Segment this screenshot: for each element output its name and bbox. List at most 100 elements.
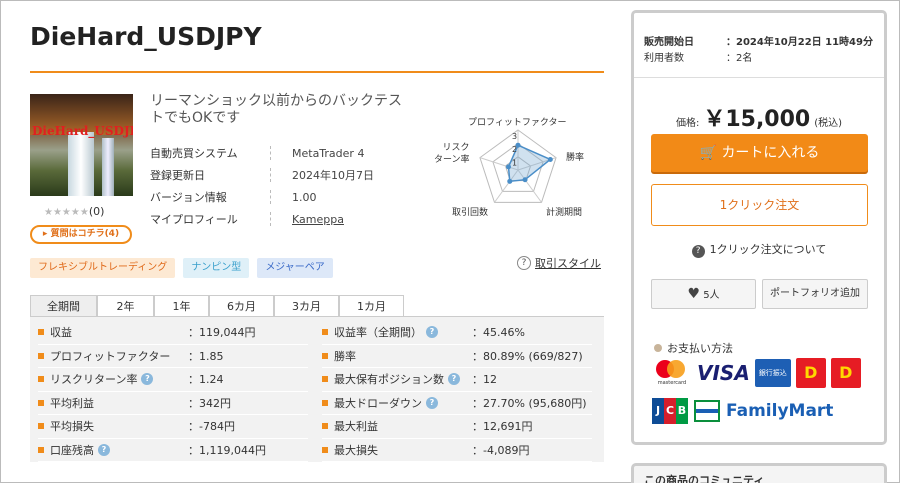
- stat-row: 平均利益 ：342円: [38, 392, 308, 415]
- help-icon[interactable]: ?: [426, 396, 438, 409]
- cart-icon: 🛒: [699, 145, 717, 161]
- review-count: (0): [88, 205, 105, 218]
- stat-row: 収益率（全期間）? ：45.46%: [322, 321, 592, 345]
- stat-row: 収益 ：119,044円: [38, 321, 308, 345]
- bullet-icon: [38, 352, 44, 359]
- help-icon[interactable]: ?: [141, 373, 154, 386]
- sale-start-value: ：2024年10月22日 11時49分: [726, 37, 873, 48]
- radar-point: [547, 156, 553, 162]
- stat-row: リスクリターン率? ：1.24: [38, 368, 308, 392]
- bullet-icon: [322, 446, 328, 453]
- price-label: 価格:: [675, 118, 700, 129]
- radar-point: [522, 177, 528, 183]
- stat-value: ：119,044円: [188, 326, 256, 340]
- stat-label: 最大損失: [334, 442, 378, 458]
- like-button[interactable]: ♥ 5人: [651, 279, 756, 309]
- stat-label-text: 最大ドローダウン: [334, 396, 422, 410]
- tab-1y[interactable]: 1年: [154, 295, 209, 317]
- info-label: マイプロフィール: [150, 213, 238, 226]
- purchase-sidebar: 販売開始日 ：2024年10月22日 11時49分 利用者数 ：2名 価格: ￥15,…: [631, 10, 887, 445]
- radar-label-period: 計測期間: [546, 208, 583, 218]
- radar-label-winrate: 勝率: [566, 153, 585, 163]
- tag-list: フレキシブルトレーディング ナンピン型 メジャーペア: [30, 258, 333, 278]
- add-to-cart-button[interactable]: 🛒 カートに入れる: [651, 134, 868, 172]
- stat-value: ：80.89% (669/827): [472, 349, 583, 363]
- info-value: 2024年10月7日: [292, 169, 374, 182]
- stat-label-text: プロフィットファクター: [50, 349, 171, 363]
- stat-value: ：27.70% (95,680円): [472, 396, 587, 410]
- familymart-logo: FamilyMart: [726, 401, 834, 421]
- add-portfolio-button[interactable]: ポートフォリオ追加: [762, 279, 868, 309]
- question-button[interactable]: ▸ 質問はコチラ(4): [30, 225, 132, 244]
- heart-icon: ♥: [687, 286, 700, 302]
- community-panel: この商品のコミュニティ: [631, 463, 887, 483]
- info-label: 自動売買システム: [150, 147, 238, 160]
- info-value: MetaTrader 4: [292, 146, 365, 160]
- stat-row: プロフィットファクター ：1.85: [38, 345, 308, 368]
- tab-6m[interactable]: 6カ月: [209, 295, 274, 317]
- radar-scale-label: 1: [512, 158, 517, 167]
- stat-label: 平均損失: [50, 418, 94, 434]
- question-icon: ?: [691, 245, 705, 258]
- stat-row: 勝率 ：80.89% (669/827): [322, 345, 592, 368]
- bullet-icon: [38, 399, 44, 406]
- bullet-icon: [322, 329, 328, 336]
- tab-1m[interactable]: 1カ月: [339, 295, 404, 317]
- help-icon[interactable]: ?: [426, 326, 438, 339]
- product-info-table: 自動売買システム MetaTrader 4 登録更新日 2024年10月7日 バージ…: [150, 142, 374, 230]
- period-tabs: 全期間 2年 1年 6カ月 3カ月 1カ月: [30, 295, 404, 317]
- product-thumbnail[interactable]: DieHard_USDJPY: [30, 94, 133, 196]
- stat-value: ：1,119,044円: [188, 443, 266, 457]
- bullet-icon: [654, 344, 662, 352]
- mastercard-logo: mastercard: [652, 358, 692, 388]
- stat-value: ：12: [472, 373, 497, 387]
- catchcopy: リーマンショック以前からのバックテストでもOKです: [150, 93, 402, 126]
- profile-link[interactable]: Kameppa: [292, 213, 344, 226]
- stat-label: 収益: [50, 324, 72, 340]
- bullet-icon: [322, 376, 328, 383]
- tag-nanpin[interactable]: ナンピン型: [183, 258, 250, 278]
- help-icon[interactable]: ?: [98, 443, 110, 456]
- title-underline: [30, 71, 604, 73]
- info-row: マイプロフィール Kameppa: [150, 208, 374, 230]
- info-row: 登録更新日 2024年10月7日: [150, 164, 374, 186]
- stat-label-text: 最大損失: [334, 443, 378, 457]
- payment-methods-title: お支払い方法: [654, 340, 733, 356]
- convenience-store-logo-1: D: [795, 358, 826, 388]
- stat-label: 最大保有ポジション数?: [334, 371, 460, 387]
- stat-label: 最大ドローダウン?: [334, 395, 438, 411]
- info-value: 1.00: [292, 190, 317, 204]
- radar-chart: 3 2 1 プロフィットファクター 勝率 計測期間 取引回数 リスク ターン率: [434, 112, 600, 220]
- one-click-order-button[interactable]: 1クリック注文: [651, 184, 868, 226]
- stat-label-text: 収益率（全期間）: [334, 326, 422, 340]
- radar-point: [507, 178, 513, 184]
- users-label: 利用者数: [644, 53, 684, 64]
- trade-style-link[interactable]: ? 取引スタイル: [517, 255, 601, 271]
- help-icon[interactable]: ?: [448, 373, 460, 386]
- stat-row: 最大損失 ：-4,089円: [322, 439, 592, 462]
- one-click-about-link[interactable]: ? 1クリック注文について: [634, 241, 884, 258]
- tag-flexible[interactable]: フレキシブルトレーディング: [30, 258, 176, 278]
- tab-3m[interactable]: 3カ月: [274, 295, 339, 317]
- radar-scale-label: 2: [512, 145, 517, 154]
- tab-all[interactable]: 全期間: [30, 295, 97, 317]
- sale-start-label: 販売開始日: [644, 37, 694, 48]
- payment-logos: mastercard VISA 銀行振込 D D JCB FamilyMart: [652, 358, 877, 426]
- stat-label: 口座残高?: [50, 442, 110, 458]
- stat-label-text: 平均損失: [50, 420, 94, 434]
- tag-major-pair[interactable]: メジャーペア: [257, 258, 333, 278]
- thumbnail-logo-text: DieHard_USDJPY: [32, 124, 133, 138]
- bullet-icon: [38, 423, 44, 430]
- stat-label: リスクリターン率?: [50, 371, 154, 387]
- tab-2y[interactable]: 2年: [97, 295, 154, 317]
- stat-value: ：1.85: [188, 349, 224, 363]
- info-label: 登録更新日: [150, 169, 205, 182]
- info-label: バージョン情報: [150, 191, 227, 204]
- stat-label-text: リスクリターン率: [50, 373, 138, 387]
- visa-logo: VISA: [697, 361, 750, 385]
- radar-label-pf: プロフィットファクター: [468, 118, 567, 128]
- radar-chart-svg: 3 2 1: [479, 129, 557, 203]
- stat-value: ：1.24: [188, 373, 224, 387]
- price-tax: (税込): [814, 118, 843, 129]
- sale-meta: 販売開始日 ：2024年10月22日 11時49分 利用者数 ：2名: [644, 35, 873, 67]
